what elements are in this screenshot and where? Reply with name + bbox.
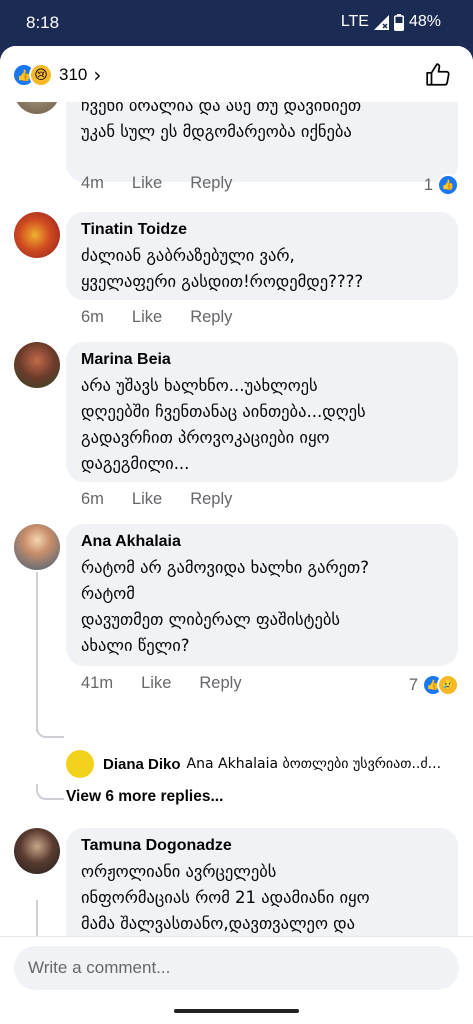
like-button[interactable]: Like [132, 490, 162, 509]
comment-list: ჩვენი ბრალია და ასე თუ დავიხიეთ უკან სულ… [0, 102, 473, 936]
like-button[interactable]: Like [132, 174, 162, 193]
thread-line [36, 900, 38, 936]
reactions-header: 👍 😢 310 › [0, 46, 473, 102]
thread-elbow [36, 722, 64, 738]
thread-line [36, 572, 38, 732]
comment-bubble: ჩვენი ბრალია და ასე თუ დავიხიეთ უკან სულ… [66, 102, 458, 182]
reply-author[interactable]: Diana Diko [103, 756, 181, 773]
status-bar: 8:18 LTE 48% [0, 0, 473, 46]
comment-composer: Write a comment... [0, 936, 473, 1024]
comment-author[interactable]: Tinatin Toidze [81, 221, 444, 239]
comment-time: 6m [81, 490, 104, 508]
reaction-count: 7 [408, 675, 418, 694]
reactions-summary[interactable]: 👍 😢 310 › [12, 63, 101, 87]
comment-actions: 4m Like Reply [81, 174, 232, 193]
comment-reactions[interactable]: 1 👍 [424, 174, 459, 196]
network-label: LTE [340, 13, 369, 30]
commenter-avatar[interactable] [14, 828, 60, 874]
comment-text: არა უშავს ხალხნო...უახლოეს დღეებში ჩვენთ… [81, 376, 366, 473]
reaction-count: 1 [423, 175, 433, 194]
view-more-replies-link[interactable]: View 6 more replies... [66, 788, 223, 806]
comment-actions: 6m Like Reply [81, 308, 232, 327]
comment-author[interactable]: Ana Akhalaia [81, 533, 444, 551]
commenter-avatar[interactable] [14, 102, 60, 114]
battery-percent: 48% [408, 13, 441, 30]
comment-bubble: Tinatin Toidze ძალიან გაბრაზებული ვარ, ყ… [66, 212, 458, 300]
comment-time: 41m [81, 674, 114, 692]
comment-author[interactable]: Tamuna Dogonadze [81, 837, 444, 855]
comment-bubble: Ana Akhalaia რატომ არ გამოვიდა ხალხი გარ… [66, 524, 458, 666]
sad-icon: 😢 [437, 674, 459, 696]
comment-time: 6m [81, 308, 104, 326]
reply-avatar[interactable] [66, 750, 94, 778]
signal-icon [373, 14, 389, 30]
status-icons: LTE 48% [341, 13, 441, 31]
commenter-avatar[interactable] [14, 524, 60, 570]
comment-actions: 41m Like Reply [81, 674, 242, 693]
reply-button[interactable]: Reply [190, 174, 232, 193]
comments-sheet: 👍 😢 310 › ჩვენი ბრალია და ასე თუ დავიხიე… [0, 46, 473, 1024]
sad-icon: 😢 [29, 63, 53, 87]
commenter-avatar[interactable] [14, 342, 60, 388]
battery-icon [393, 13, 404, 31]
comment-author[interactable]: Marina Beia [81, 351, 444, 369]
comment-reactions[interactable]: 7 👍 😢 [409, 674, 459, 696]
like-icon: 👍 [437, 174, 459, 196]
comment-text: ჩვენი ბრალია და ასე თუ დავიხიეთ უკან სულ… [81, 102, 362, 141]
reply-button[interactable]: Reply [199, 674, 241, 693]
comment-time: 4m [81, 174, 104, 192]
comment-bubble: Tamuna Dogonadze ორჟოლიანი ავრცელებს ინფ… [66, 828, 458, 936]
comment-text: ძალიან გაბრაზებული ვარ, ყველაფერი გასდით… [81, 246, 364, 291]
commenter-avatar[interactable] [14, 212, 60, 258]
reaction-count: 310 [59, 65, 88, 84]
reply-button[interactable]: Reply [190, 308, 232, 327]
status-time: 8:18 [26, 13, 60, 32]
comment-input[interactable]: Write a comment... [14, 946, 459, 990]
reply-text: Ana Akhalaia ბოთლები უსვრიათ..ძ... [186, 756, 442, 772]
reply-button[interactable]: Reply [190, 490, 232, 509]
comment-actions: 6m Like Reply [81, 490, 232, 509]
comment-bubble: Marina Beia არა უშავს ხალხნო...უახლოეს დ… [66, 342, 458, 482]
thread-elbow [36, 784, 64, 800]
chevron-right-icon: › [93, 63, 102, 87]
home-indicator[interactable] [174, 1009, 299, 1013]
like-button[interactable]: Like [132, 308, 162, 327]
like-button[interactable]: Like [141, 674, 171, 693]
thumbs-up-icon[interactable] [425, 62, 451, 88]
comment-text: ორჟოლიანი ავრცელებს ინფორმაციას რომ 21 ა… [81, 862, 370, 933]
reply-preview[interactable]: Diana Diko Ana Akhalaia ბოთლები უსვრიათ.… [66, 750, 441, 778]
comment-text: რატომ არ გამოვიდა ხალხი გარეთ? რატომ დავ… [81, 558, 369, 655]
